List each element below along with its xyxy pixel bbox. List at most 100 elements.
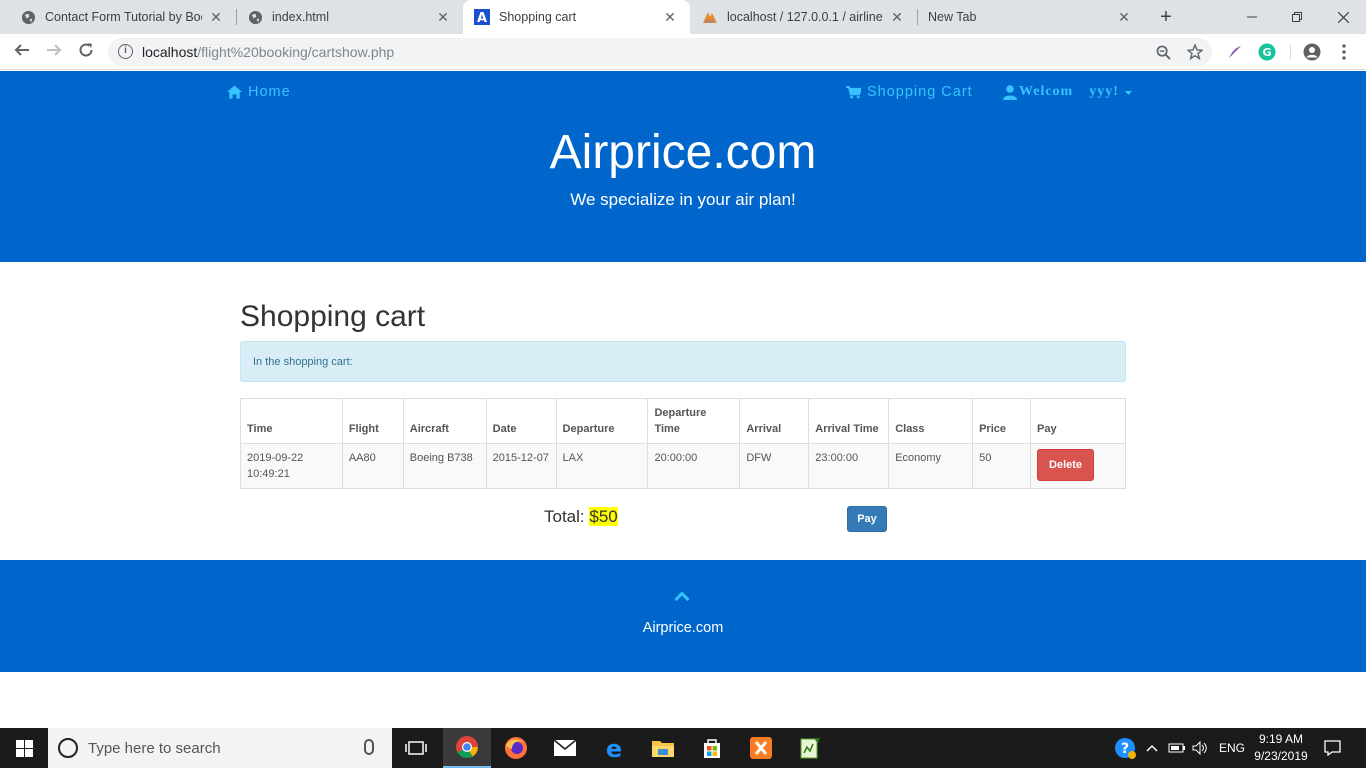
browser-tab[interactable]: New Tab ✕ [917,0,1144,34]
chevron-up-icon[interactable] [674,588,690,602]
column-header-flight: Flight [341,398,404,444]
task-view-icon[interactable] [392,728,440,768]
cart-total: Total: $50 [544,507,618,527]
windows-taskbar: Type here to search e ? ENG 9:19 AM 9/23… [0,728,1366,768]
cell-price: 50 [972,443,1032,489]
svg-text:e: e [606,736,622,760]
footer-brand: Airprice.com [642,620,724,636]
edge-taskbar-icon[interactable]: e [590,728,638,768]
cell-date: 2015-12-07 [485,443,557,489]
cell-departure-time: 20:00:00 [647,443,741,489]
browser-tab[interactable]: index.html ✕ [227,0,463,34]
column-header-arrival: Arrival [739,398,810,444]
svg-text:?: ? [1121,741,1129,757]
tab-title: Shopping cart [499,10,577,24]
battery-icon[interactable] [1168,728,1186,768]
forward-button[interactable] [42,41,66,63]
tab-title: index.html [272,10,329,24]
show-hidden-icons[interactable] [1146,728,1158,768]
close-tab-icon[interactable]: ✕ [208,9,224,25]
browser-toolbar: i localhost/flight%20booking/cartshow.ph… [0,34,1366,70]
browser-tab-strip: Contact Form Tutorial by Boots ✕ index.h… [0,0,1366,34]
menu-kebab-icon[interactable] [1335,43,1353,61]
close-tab-icon[interactable]: ✕ [1116,9,1132,25]
zoom-icon[interactable] [1154,43,1172,61]
microphone-icon[interactable] [364,739,374,755]
column-header-departure-time: Departure Time [647,398,741,444]
cell-pay: Delete [1030,443,1126,489]
restore-button[interactable] [1274,0,1320,34]
phpmyadmin-icon: PMA [702,9,718,25]
close-tab-icon[interactable]: ✕ [662,9,678,25]
pay-button[interactable]: Pay [847,506,887,532]
language-indicator[interactable]: ENG [1219,728,1245,768]
chrome-taskbar-icon[interactable] [443,728,491,768]
browser-tab[interactable]: Contact Form Tutorial by Boots ✕ [0,0,236,34]
tab-title: Contact Form Tutorial by Boots [45,10,202,24]
user-icon [1003,84,1017,100]
reload-button[interactable] [74,41,98,63]
tab-title: localhost / 127.0.0.1 / airline2 / [727,10,883,24]
a-logo-icon: A [474,9,490,25]
store-taskbar-icon[interactable] [688,728,736,768]
minimize-button[interactable] [1229,0,1275,34]
browser-tab[interactable]: PMA localhost / 127.0.0.1 / airline2 / ✕ [690,0,917,34]
cell-arrival-time: 23:00:00 [808,443,890,489]
cell-aircraft: Boeing B738 [402,443,487,489]
cell-time: 2019-09-22 10:49:21 [240,443,343,489]
delete-button[interactable]: Delete [1037,449,1095,481]
cortana-icon [58,738,78,758]
svg-text:PMA: PMA [706,19,715,24]
cell-departure: LAX [555,443,649,489]
address-bar[interactable]: i localhost/flight%20booking/cartshow.ph… [108,38,1212,66]
xampp-taskbar-icon[interactable] [737,728,785,768]
svg-text:A: A [477,11,487,25]
close-tab-icon[interactable]: ✕ [435,9,451,25]
total-label: Total: [544,507,585,526]
system-clock[interactable]: 9:19 AM 9/23/2019 [1246,731,1316,765]
table-header-row: Time Flight Aircraft Date Departure Depa… [240,398,1126,444]
profile-icon[interactable] [1303,43,1321,61]
notepad-taskbar-icon[interactable] [786,728,834,768]
tab-title: New Tab [928,10,977,24]
shopping-cart-icon [846,85,861,99]
site-brand-title: Airprice.com [549,126,817,179]
column-header-date: Date [485,398,557,444]
column-header-class: Class [888,398,974,444]
new-tab-button[interactable]: + [1156,7,1176,27]
nav-shopping-cart-link[interactable]: Shopping Cart [846,84,973,100]
file-explorer-taskbar-icon[interactable] [639,728,687,768]
column-header-departure: Departure [555,398,649,444]
close-tab-icon[interactable]: ✕ [889,9,905,25]
close-window-button[interactable] [1320,0,1366,34]
notifications-icon[interactable] [1324,728,1341,768]
clock-time: 9:19 AM [1258,732,1304,746]
globe-icon [20,9,36,25]
windows-start-button[interactable] [0,728,48,768]
cell-arrival: DFW [739,443,810,489]
url-text: localhost/flight%20booking/cartshow.php [142,44,395,60]
grammarly-icon[interactable]: G [1258,43,1276,61]
mail-taskbar-icon[interactable] [541,728,589,768]
site-tagline: We specialize in your air plan! [570,190,796,209]
firefox-taskbar-icon[interactable] [492,728,540,768]
column-header-aircraft: Aircraft [402,398,487,444]
clock-date: 9/23/2019 [1254,749,1308,763]
browser-tab-active[interactable]: A Shopping cart ✕ [463,0,690,34]
nav-home-link[interactable]: Home [227,84,291,100]
help-icon[interactable]: ? [1114,728,1136,768]
total-amount: $50 [589,507,618,526]
nav-home-label: Home [248,84,291,100]
cart-table: Time Flight Aircraft Date Departure Depa… [240,398,1126,489]
taskbar-search-box[interactable]: Type here to search [48,728,392,768]
bookmark-star-icon[interactable] [1186,43,1204,61]
taskbar-search-placeholder: Type here to search [88,740,221,757]
page-title: Shopping cart [240,300,426,333]
column-header-arrival-time: Arrival Time [808,398,890,444]
site-header: Home Shopping Cart Welcom yyy! Airprice.… [0,71,1366,262]
back-button[interactable] [10,41,34,63]
user-menu-dropdown[interactable]: Welcom yyy! [1003,84,1132,100]
feather-extension-icon[interactable] [1226,43,1244,61]
info-icon[interactable]: i [118,44,133,59]
volume-icon[interactable] [1192,728,1208,768]
